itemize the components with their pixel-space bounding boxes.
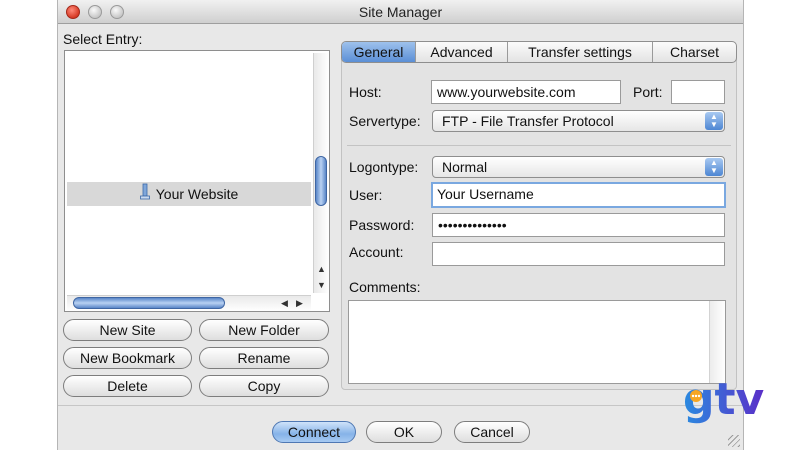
comments-label: Comments:: [349, 279, 421, 295]
port-field[interactable]: [671, 80, 725, 104]
user-field[interactable]: Your Username: [431, 182, 726, 208]
account-field[interactable]: [432, 242, 725, 266]
footer-divider: [58, 405, 743, 406]
zoom-window-button[interactable]: [110, 5, 124, 19]
servertype-value: FTP - File Transfer Protocol: [442, 113, 614, 129]
horizontal-scroll-thumb[interactable]: [73, 297, 225, 309]
close-window-button[interactable]: [66, 5, 80, 19]
servertype-label: Servertype:: [349, 113, 421, 129]
select-arrows-icon: ▲ ▼: [705, 112, 723, 130]
site-manager-window: Site Manager Select Entry: Your Website …: [57, 0, 744, 450]
user-label: User:: [349, 187, 383, 203]
ok-button[interactable]: OK: [366, 421, 442, 443]
cancel-button[interactable]: Cancel: [454, 421, 530, 443]
scroll-up-icon[interactable]: ▲: [317, 264, 326, 274]
new-folder-button[interactable]: New Folder: [199, 319, 329, 341]
logontype-label: Logontype:: [349, 159, 419, 175]
rename-button[interactable]: Rename: [199, 347, 329, 369]
minimize-window-button[interactable]: [88, 5, 102, 19]
connect-button[interactable]: Connect: [272, 421, 356, 443]
delete-button[interactable]: Delete: [63, 375, 192, 397]
new-bookmark-button[interactable]: New Bookmark: [63, 347, 192, 369]
account-label: Account:: [349, 244, 404, 260]
host-field[interactable]: www.yourwebsite.com: [431, 80, 621, 104]
logontype-value: Normal: [442, 159, 488, 175]
tab-transfer-settings[interactable]: Transfer settings: [508, 42, 653, 62]
gtv-logo: gtv: [683, 368, 783, 438]
list-item[interactable]: Your Website: [67, 182, 311, 206]
vertical-scroll-thumb[interactable]: [315, 156, 327, 206]
select-entry-label: Select Entry:: [63, 31, 143, 47]
title-bar: Site Manager: [58, 0, 743, 24]
copy-button[interactable]: Copy: [199, 375, 329, 397]
scroll-left-icon[interactable]: ◀: [281, 298, 288, 308]
scroll-down-icon[interactable]: ▼: [317, 280, 326, 290]
tab-advanced[interactable]: Advanced: [416, 42, 508, 62]
password-field[interactable]: ••••••••••••••: [432, 213, 725, 237]
tab-charset[interactable]: Charset: [653, 42, 736, 62]
servertype-select[interactable]: FTP - File Transfer Protocol ▲ ▼: [432, 110, 725, 132]
tab-general[interactable]: General: [342, 42, 416, 62]
password-label: Password:: [349, 217, 415, 233]
logontype-select[interactable]: Normal ▲ ▼: [432, 156, 725, 178]
divider: [347, 145, 731, 146]
host-label: Host:: [349, 84, 382, 100]
settings-tabs: General Advanced Transfer settings Chars…: [341, 41, 737, 63]
list-item-label: Your Website: [155, 186, 239, 202]
site-entry-list[interactable]: Your Website ▲ ▼ ◀ ▶: [64, 50, 330, 312]
select-arrows-icon: ▲ ▼: [705, 158, 723, 176]
port-label: Port:: [633, 84, 663, 100]
server-icon: [139, 183, 150, 208]
window-title: Site Manager: [358, 4, 443, 20]
new-site-button[interactable]: New Site: [63, 319, 192, 341]
scroll-right-icon[interactable]: ▶: [296, 298, 303, 308]
comments-textarea[interactable]: [348, 300, 726, 384]
